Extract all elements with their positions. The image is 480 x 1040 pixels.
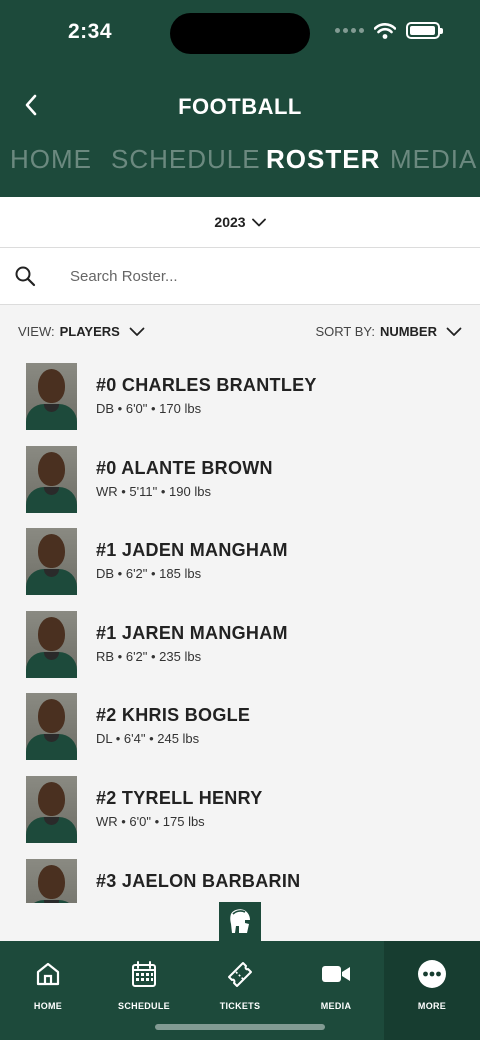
search-icon [15,266,36,287]
tab-home[interactable]: HOME [10,144,92,175]
chevron-down-icon [446,327,462,336]
more-dots-icon [418,960,446,988]
season-value: 2023 [214,214,246,230]
sort-filter[interactable]: SORT BY: NUMBER [315,324,462,339]
player-details: WR • 6'0" • 175 lbs [96,814,205,829]
player-name: #2 KHRIS BOGLE [96,705,251,725]
player-name: #0 CHARLES BRANTLEY [96,375,317,395]
dynamic-island [170,13,310,54]
roster-list: #0 CHARLES BRANTLEY DB • 6'0" • 170 lbs … [0,355,480,903]
player-photo [26,693,77,760]
player-name: #2 TYRELL HENRY [96,788,263,808]
wifi-icon [374,22,396,39]
app-header: 2:34 FOOTBALL HOME SCHEDULE ROSTER MEDIA [0,0,480,197]
view-filter[interactable]: VIEW: PLAYERS [18,324,145,339]
player-photo [26,859,77,903]
chevron-down-icon [251,218,266,226]
chevron-down-icon [129,327,145,336]
tab-schedule[interactable]: SCHEDULE [111,144,261,175]
player-row[interactable]: #3 JAELON BARBARIN [0,851,480,903]
player-details: DB • 6'2" • 185 lbs [96,566,202,581]
player-row[interactable]: #2 KHRIS BOGLE DL • 6'4" • 245 lbs [0,685,480,767]
nav-tickets-label: TICKETS [219,1001,261,1011]
player-row[interactable]: #0 CHARLES BRANTLEY DB • 6'0" • 170 lbs [0,355,480,437]
filter-row: VIEW: PLAYERS SORT BY: NUMBER [0,318,480,350]
view-filter-value: PLAYERS [59,324,120,339]
sort-filter-value: NUMBER [379,324,437,339]
player-details: WR • 5'11" • 190 lbs [96,484,211,499]
player-row[interactable]: #1 JAREN MANGHAM RB • 6'2" • 235 lbs [0,603,480,685]
spartan-logo [219,902,261,942]
player-name: #0 ALANTE BROWN [96,458,273,478]
nav-more-label: MORE [417,1001,447,1011]
nav-more[interactable]: MORE [384,941,480,1040]
player-row[interactable]: #2 TYRELL HENRY WR • 6'0" • 175 lbs [0,768,480,850]
home-indicator [155,1024,325,1030]
ticket-icon [228,962,252,987]
tab-roster[interactable]: ROSTER [266,144,380,175]
search-input[interactable] [70,262,460,290]
nav-media-label: MEDIA [320,1001,352,1011]
player-photo [26,446,77,513]
status-time: 2:34 [68,20,113,43]
status-icons [335,22,443,39]
player-row[interactable]: #1 JADEN MANGHAM DB • 6'2" • 185 lbs [0,520,480,602]
player-row[interactable]: #0 ALANTE BROWN WR • 5'11" • 190 lbs [0,438,480,520]
search-bar [0,248,480,305]
player-photo [26,363,77,430]
tab-media[interactable]: MEDIA [390,144,477,175]
player-photo [26,528,77,595]
home-icon [36,962,60,986]
player-details: DB • 6'0" • 170 lbs [96,401,202,416]
calendar-icon [132,961,156,987]
nav-home[interactable]: HOME [0,941,96,1040]
view-filter-label: VIEW: [18,324,55,339]
player-details: RB • 6'2" • 235 lbs [96,649,202,664]
player-name: #1 JAREN MANGHAM [96,623,288,643]
nav-home-label: HOME [33,1001,63,1011]
player-photo [26,776,77,843]
cellular-signal-icon [335,28,364,33]
player-photo [26,611,77,678]
player-details: DL • 6'4" • 245 lbs [96,731,200,746]
section-tabs: HOME SCHEDULE ROSTER MEDIA [0,144,480,184]
nav-schedule-label: SCHEDULE [118,1001,170,1011]
battery-level [410,26,435,35]
player-name: #1 JADEN MANGHAM [96,540,288,560]
video-camera-icon [322,966,350,982]
spartan-helmet-icon [230,909,250,933]
sort-filter-label: SORT BY: [315,324,375,339]
player-name: #3 JAELON BARBARIN [96,871,301,891]
season-selector[interactable]: 2023 [0,197,480,248]
page-title: FOOTBALL [178,94,302,119]
battery-icon [406,22,443,39]
